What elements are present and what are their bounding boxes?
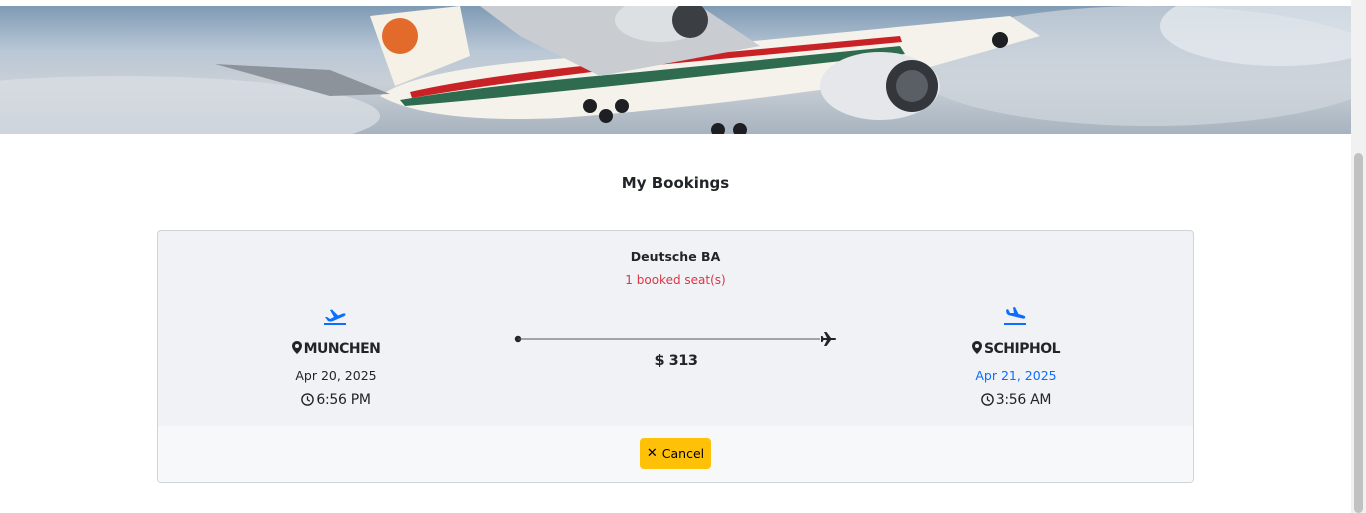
page-title: My Bookings (621, 174, 730, 192)
arrival-time: 3:56 AM (995, 392, 1052, 408)
departure-city: MUNCHEN (303, 341, 381, 357)
airline-name: Deutsche BA (630, 249, 721, 264)
plane-departure-icon (324, 309, 346, 325)
ticket-price: $ 313 (654, 353, 698, 369)
scrollbar-thumb[interactable] (1354, 153, 1363, 513)
hero-banner (0, 6, 1351, 134)
departure-city-row: MUNCHEN (236, 341, 436, 357)
cancel-label: Cancel (661, 446, 705, 461)
clock-icon (980, 393, 994, 406)
close-icon: ✕ (646, 446, 658, 461)
departure-time-row: 6:56 PM (236, 392, 436, 408)
arrival-city-row: SCHIPHOL (916, 341, 1116, 357)
airplane-photo (0, 6, 1351, 134)
arrival-city: SCHIPHOL (983, 341, 1061, 357)
departure-time: 6:56 PM (316, 392, 371, 408)
clock-icon (301, 393, 315, 406)
booking-card: Deutsche BA 1 booked seat(s) MUNCHEN Apr… (157, 230, 1194, 483)
plane-arrival-icon (1004, 307, 1026, 325)
cancel-booking-button[interactable]: ✕ Cancel (640, 438, 711, 469)
route-line (514, 332, 837, 346)
map-marker-icon (291, 341, 302, 354)
page-scrollbar[interactable] (1351, 0, 1366, 513)
arrival-date: Apr 21, 2025 (975, 368, 1057, 383)
booked-seats: 1 booked seat(s) (625, 273, 726, 287)
arrival-time-row: 3:56 AM (916, 392, 1116, 408)
plane-icon (821, 332, 837, 346)
map-marker-icon (971, 341, 982, 354)
departure-date: Apr 20, 2025 (295, 368, 377, 383)
